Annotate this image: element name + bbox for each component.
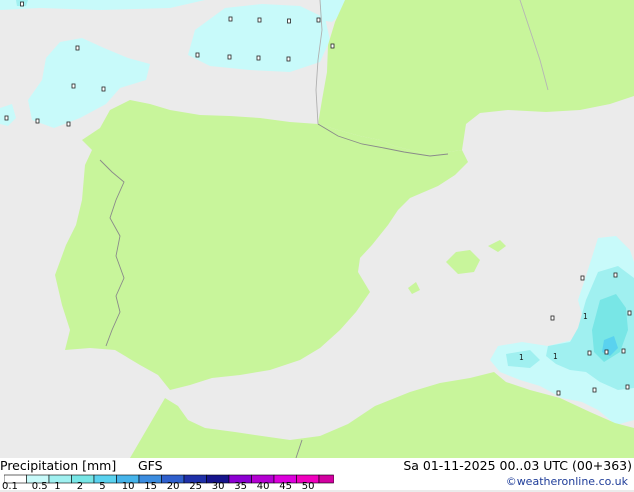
scale-tick-label: 0.5 bbox=[31, 481, 48, 492]
scale-tick-label: 10 bbox=[121, 481, 135, 492]
contour-label: 1 bbox=[519, 353, 524, 362]
contour-label: 1 bbox=[553, 352, 558, 361]
footer-bar: Precipitation [mm] GFS Sa 01-11-2025 00.… bbox=[0, 458, 634, 492]
scale-swatch bbox=[318, 474, 334, 484]
scale-tick-label: 40 bbox=[256, 481, 270, 492]
credit-text: ©weatheronline.co.uk bbox=[505, 475, 628, 488]
scale-tick-label: 30 bbox=[211, 481, 225, 492]
precipitation-map: 1 1 1 bbox=[0, 0, 634, 458]
contour-label: 1 bbox=[583, 312, 588, 321]
valid-time: Sa 01-11-2025 00..03 UTC (00+363) bbox=[403, 458, 632, 473]
scale-tick-label: 50 bbox=[301, 481, 315, 492]
scale-tick-label: 2 bbox=[76, 481, 84, 492]
scale-tick-label: 35 bbox=[234, 481, 247, 492]
scale-tick-label: 5 bbox=[99, 481, 106, 492]
scale-tick-label: 0.1 bbox=[2, 481, 18, 492]
map-title: Precipitation [mm] bbox=[0, 458, 117, 473]
scale-tick-label: 15 bbox=[144, 481, 157, 492]
scale-tick-label: 20 bbox=[166, 481, 180, 492]
scale-tick-label: 45 bbox=[279, 481, 292, 492]
scale-arrow bbox=[333, 475, 334, 483]
scale-tick-label: 25 bbox=[189, 481, 202, 492]
scale-tick-label: 1 bbox=[54, 481, 61, 492]
model-name: GFS bbox=[138, 458, 163, 473]
